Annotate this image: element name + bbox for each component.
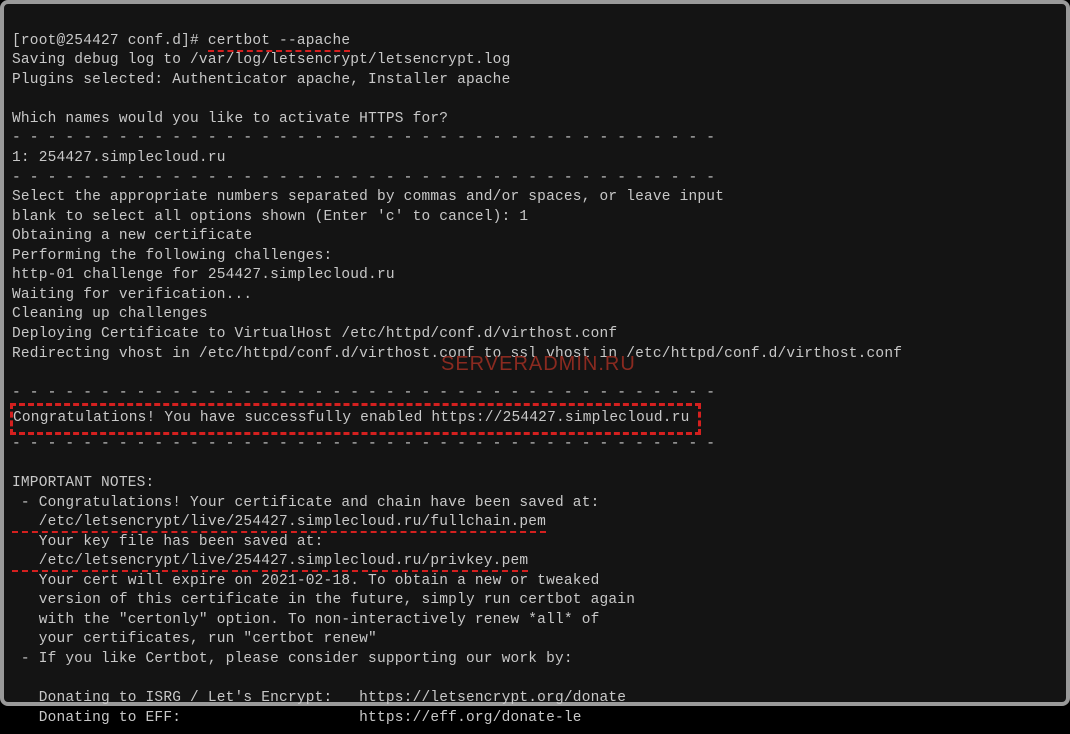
output-line: Your cert will expire on 2021-02-18. To … [12,573,600,589]
important-notes-header: IMPORTANT NOTES: [12,475,154,491]
fullchain-path: /etc/letsencrypt/live/254427.simplecloud… [12,514,546,533]
output-line: Redirecting vhost in /etc/httpd/conf.d/v… [12,346,902,362]
terminal-window: [root@254427 conf.d]# certbot --apache S… [0,0,1070,706]
output-line: - - - - - - - - - - - - - - - - - - - - … [12,130,715,146]
output-line: - - - - - - - - - - - - - - - - - - - - … [12,170,715,186]
output-line: Saving debug log to /var/log/letsencrypt… [12,52,510,68]
prompt-text: [root@254427 conf.d]# [12,33,208,49]
command-text: certbot --apache [208,33,350,52]
terminal-output[interactable]: [root@254427 conf.d]# certbot --apache S… [6,6,1064,734]
privkey-path: /etc/letsencrypt/live/254427.simplecloud… [12,553,528,572]
output-line: Plugins selected: Authenticator apache, … [12,72,510,88]
output-line: your certificates, run "certbot renew" [12,631,377,647]
output-line: version of this certificate in the futur… [12,592,635,608]
output-line: Which names would you like to activate H… [12,111,448,127]
output-line: Donating to EFF: https://eff.org/donate-… [12,710,582,726]
output-line: Select the appropriate numbers separated… [12,189,724,205]
success-highlight-box: Congratulations! You have successfully e… [10,403,701,435]
output-line: - If you like Certbot, please consider s… [12,651,573,667]
output-line: 1: 254427.simplecloud.ru [12,150,226,166]
output-line: - - - - - - - - - - - - - - - - - - - - … [12,385,715,401]
output-line: Obtaining a new certificate [12,228,252,244]
output-line: Waiting for verification... [12,287,252,303]
output-line: Performing the following challenges: [12,248,332,264]
output-line: - - - - - - - - - - - - - - - - - - - - … [12,436,715,452]
output-line: blank to select all options shown (Enter… [12,209,528,225]
congrats-line: Congratulations! You have successfully e… [13,410,690,426]
output-line: Your key file has been saved at: [12,534,324,550]
output-line: Deploying Certificate to VirtualHost /et… [12,326,617,342]
output-line: Cleaning up challenges [12,306,208,322]
output-line: with the "certonly" option. To non-inter… [12,612,600,628]
output-line: - Congratulations! Your certificate and … [12,495,600,511]
output-line: http-01 challenge for 254427.simplecloud… [12,267,395,283]
output-line: Donating to ISRG / Let's Encrypt: https:… [12,690,626,706]
